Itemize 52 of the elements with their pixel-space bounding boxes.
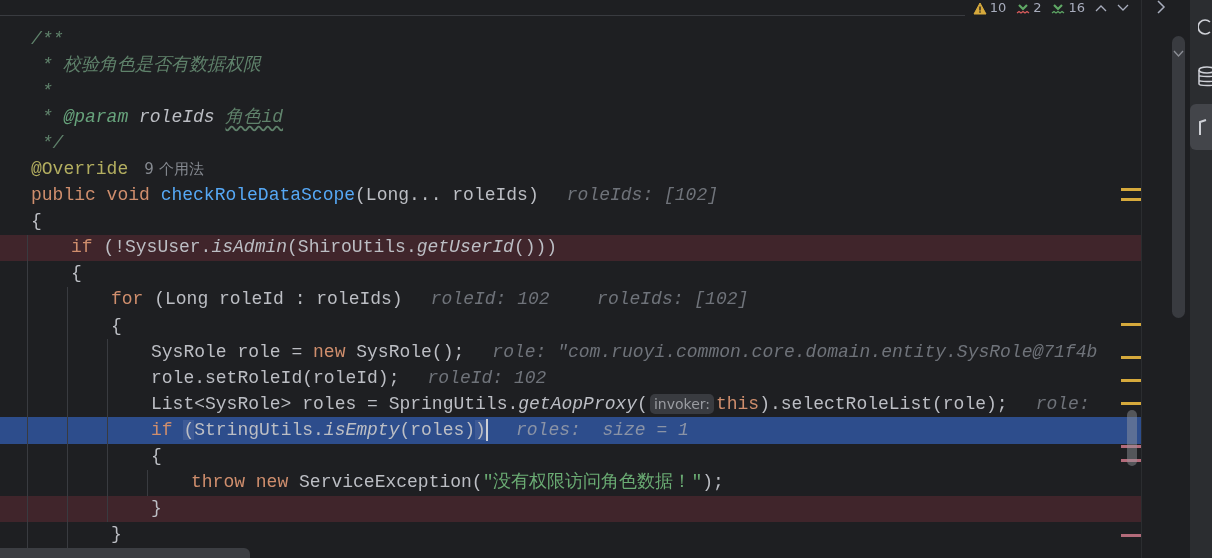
chevron-down-icon[interactable] bbox=[1173, 50, 1184, 58]
problem-count[interactable]: 10 bbox=[989, 1, 1007, 15]
error-stripe-marker[interactable] bbox=[1121, 198, 1141, 201]
code-text: role.setRoleId(roleId); bbox=[151, 366, 400, 390]
code-text: { bbox=[31, 210, 42, 234]
error-stripe-marker[interactable] bbox=[1121, 534, 1141, 537]
error-stripe-marker[interactable] bbox=[1121, 402, 1141, 405]
error-stripe-marker[interactable] bbox=[1121, 323, 1141, 326]
code-text: this).selectRoleList(role); bbox=[715, 392, 1008, 416]
code-text: */ bbox=[40, 131, 64, 155]
code-text: /** bbox=[31, 27, 64, 51]
code-text: if (StringUtils.isEmpty(roles)) bbox=[151, 418, 486, 442]
scrollbar-thumb[interactable] bbox=[1127, 410, 1137, 466]
code-text: * 校验角色是否有数据权限 bbox=[40, 53, 262, 77]
inline-hint: role: bbox=[1035, 392, 1090, 416]
parameter-hint: invoker: bbox=[649, 394, 714, 415]
code-text: * bbox=[40, 79, 53, 103]
panel-scrollbar[interactable] bbox=[1172, 36, 1185, 318]
code-text: SysRole role = new SysRole(); bbox=[151, 340, 465, 364]
code-text: { bbox=[111, 314, 122, 338]
inline-hint: roles: size = 1 bbox=[516, 418, 689, 442]
error-stripe-marker[interactable] bbox=[1121, 356, 1141, 359]
inline-hint: roleIds: [102] bbox=[566, 184, 718, 208]
horizontal-scrollbar[interactable] bbox=[0, 548, 250, 558]
check-squiggle-icon bbox=[1051, 1, 1066, 15]
inline-hint: role: "com.ruoyi.common.core.domain.entity.SysRole@71f4b bbox=[492, 340, 1098, 364]
error-stripe-marker[interactable] bbox=[1121, 188, 1141, 191]
chevron-right-icon[interactable] bbox=[1156, 0, 1166, 14]
code-text: if (!SysUser.isAdmin(ShiroUtils.getUserId())) bbox=[71, 236, 558, 260]
error-stripe-marker[interactable] bbox=[1121, 459, 1141, 462]
inline-hint: roleIds: [102] bbox=[597, 288, 749, 312]
tool-window-icon[interactable] bbox=[1190, 104, 1212, 150]
usages-link[interactable]: 9 个用法 bbox=[144, 158, 204, 181]
code-text: } bbox=[151, 497, 162, 521]
code-text: public void checkRoleDataScope(Long... roleIds) bbox=[31, 184, 539, 208]
code-text: } bbox=[111, 523, 122, 547]
code-text: for (Long roleId : roleIds) bbox=[111, 288, 403, 312]
code-text: { bbox=[151, 445, 162, 469]
code-text: throw new ServiceException("没有权限访问角色数据！"); bbox=[191, 471, 724, 495]
code-editor[interactable] bbox=[0, 0, 1141, 558]
error-stripe-marker[interactable] bbox=[1121, 445, 1141, 448]
code-text: List<SysRole> roles = SpringUtils.getAopProxy( bbox=[151, 392, 648, 416]
code-text: * @param roleIds 角色id bbox=[40, 105, 284, 129]
inline-hint: roleId: 102 bbox=[427, 366, 547, 390]
code-text: { bbox=[71, 262, 82, 286]
code-text: @Override bbox=[31, 158, 129, 181]
warning-icon bbox=[972, 1, 987, 15]
check-squiggle-icon bbox=[1016, 1, 1031, 15]
inline-hint: roleId: 102 bbox=[430, 288, 550, 312]
error-stripe-marker[interactable] bbox=[1121, 379, 1141, 382]
problem-count[interactable]: 2 bbox=[1033, 1, 1042, 15]
problem-count[interactable]: 16 bbox=[1068, 1, 1085, 15]
